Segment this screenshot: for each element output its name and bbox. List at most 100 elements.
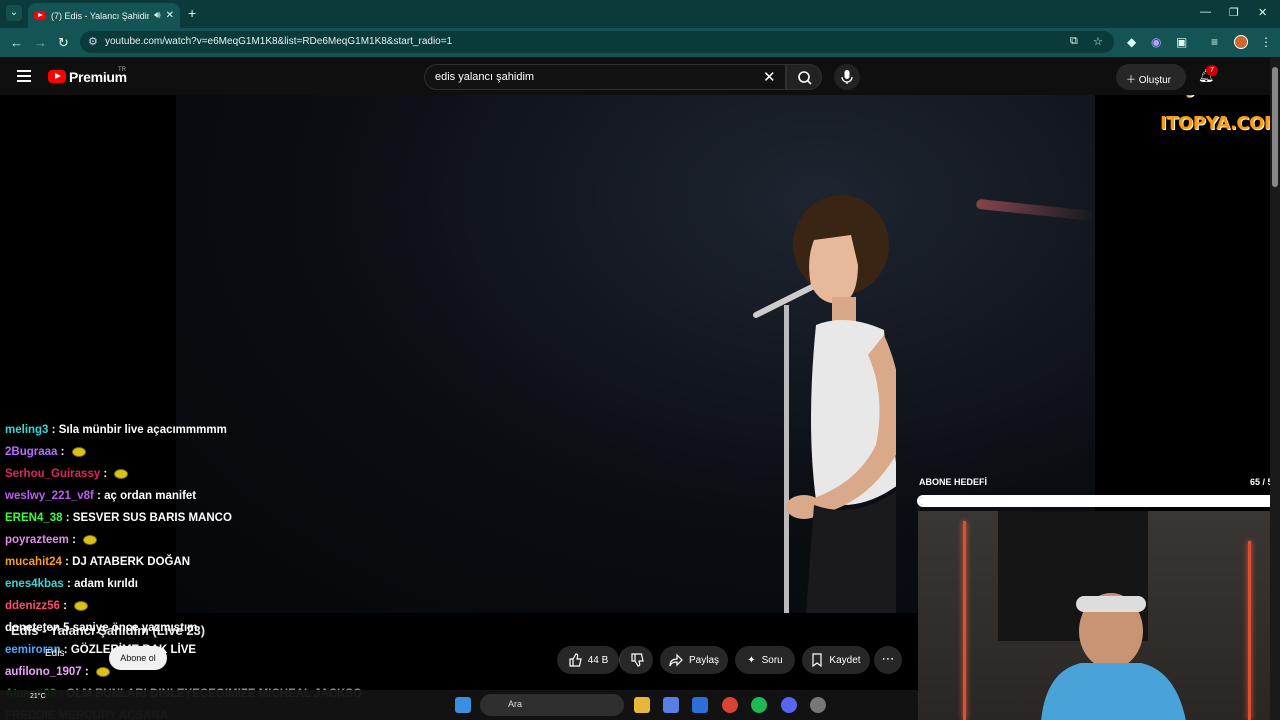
- youtube-favicon-icon: [34, 11, 46, 20]
- page-scrollbar[interactable]: [1270, 57, 1280, 720]
- url-text[interactable]: youtube.com/watch?v=e6MeqG1M1K8&list=RDe…: [105, 36, 452, 47]
- tab-search-icon[interactable]: ⌄: [6, 5, 22, 21]
- spotify-icon[interactable]: [751, 697, 767, 713]
- windows-start-icon[interactable]: [455, 697, 471, 713]
- video-title: Edis - Yalancı Şahidim (Live 23): [11, 623, 206, 638]
- chat-username: poyrazteem: [5, 534, 69, 546]
- chat-message: weslwy_221_v8f : aç ordan manifet: [5, 490, 197, 502]
- region-label: TR: [118, 67, 126, 73]
- search-icon: [798, 71, 812, 85]
- streamer-image: [1041, 593, 1186, 720]
- browser-tab-strip: ⌄ (7) Edis - Yalancı Şahidim (L 🔊︎ ✕ + —…: [0, 0, 1280, 28]
- like-button[interactable]: 44 B: [557, 646, 619, 674]
- emote-icon: [71, 446, 86, 457]
- share-button[interactable]: Paylaş: [660, 646, 728, 674]
- taskbar-search[interactable]: Ara: [480, 694, 624, 716]
- search-query[interactable]: edis yalancı şahidim: [435, 71, 534, 83]
- bookmark-icon: [812, 653, 823, 667]
- back-icon[interactable]: ←: [10, 35, 23, 50]
- emote-icon: [114, 468, 129, 479]
- media-control-icon[interactable]: ≡: [1211, 35, 1218, 49]
- chat-username: meling3: [5, 424, 49, 436]
- speaker-icon[interactable]: 🔊︎: [154, 10, 160, 21]
- profile-avatar[interactable]: [1234, 35, 1248, 49]
- voice-search-button[interactable]: [834, 64, 860, 90]
- clear-search-icon[interactable]: ✕: [763, 68, 776, 86]
- search-input[interactable]: edis yalancı şahidim ✕: [424, 64, 786, 90]
- restore-icon[interactable]: ❐: [1229, 6, 1239, 19]
- app-icon[interactable]: [810, 697, 826, 713]
- streamer-webcam: [918, 511, 1280, 720]
- minimize-icon[interactable]: —: [1200, 6, 1211, 18]
- ask-button[interactable]: ✦ Soru: [735, 646, 795, 674]
- search-button[interactable]: [786, 64, 822, 90]
- youtube-logo-icon[interactable]: [48, 70, 66, 83]
- chat-text: SESVER SUS BARIS MANCO: [72, 512, 232, 524]
- chat-text: Sıla münbir live açacımmmmm: [58, 424, 227, 436]
- forward-icon[interactable]: →: [34, 35, 47, 50]
- menu-icon[interactable]: [17, 70, 31, 82]
- install-icon[interactable]: ⧉: [1070, 35, 1078, 48]
- file-explorer-icon[interactable]: [634, 697, 650, 713]
- create-label: Oluştur: [1138, 75, 1172, 86]
- thumbs-down-icon: [630, 653, 644, 667]
- plus-icon: ＋: [1126, 75, 1139, 86]
- subscribe-button[interactable]: Abone ol: [109, 646, 167, 670]
- oyunfor-logo: oyunfo: [1166, 95, 1267, 98]
- url-bar[interactable]: ⚙ youtube.com/watch?v=e6MeqG1M1K8&list=R…: [80, 31, 1114, 53]
- chat-message: Serhou_Guirassy :: [5, 465, 425, 487]
- weather-widget[interactable]: 21°C: [30, 692, 46, 701]
- window-close-icon[interactable]: ✕: [1258, 6, 1267, 19]
- sparkle-icon: ✦: [747, 654, 756, 666]
- extensions-puzzle-icon[interactable]: ▣: [1176, 35, 1187, 49]
- extension-icon[interactable]: ◉: [1151, 35, 1161, 49]
- discord-icon[interactable]: [781, 697, 797, 713]
- create-button[interactable]: ＋ Oluştur: [1116, 64, 1186, 90]
- chat-username: EREN4_38: [5, 512, 63, 524]
- emote-icon: [83, 534, 98, 545]
- chat-username: enes4kbas: [5, 578, 64, 590]
- subscriber-goal-label: ABONE HEDEFİ: [919, 477, 988, 487]
- channel-name[interactable]: Edis: [45, 648, 64, 659]
- chat-text: DJ ATABERK DOĞAN: [72, 556, 191, 568]
- site-info-icon[interactable]: ⚙: [88, 35, 98, 48]
- chat-username: mucahit24: [5, 556, 62, 568]
- neon-light: [1248, 541, 1251, 720]
- share-icon: [669, 653, 683, 667]
- goal-progress-fill: [919, 497, 1277, 505]
- mail-icon[interactable]: [692, 697, 708, 713]
- thumbs-up-icon: [569, 653, 582, 667]
- reload-icon[interactable]: ↻: [58, 35, 69, 51]
- chat-username: weslwy_221_v8f: [5, 490, 94, 502]
- save-label: Kaydet: [829, 654, 861, 666]
- singer-image: [753, 195, 896, 613]
- chat-message: poyrazteem :: [5, 531, 425, 553]
- chat-username: aufilono_1907: [5, 666, 82, 678]
- bookmark-star-icon[interactable]: ☆: [1093, 35, 1103, 48]
- chat-text: adam kırıldı: [74, 578, 138, 590]
- windows-taskbar: Ara: [0, 690, 918, 720]
- dislike-button[interactable]: [619, 646, 653, 674]
- browser-tab[interactable]: (7) Edis - Yalancı Şahidim (L 🔊︎ ✕: [28, 3, 180, 28]
- tab-close-icon[interactable]: ✕: [166, 10, 174, 21]
- chat-message: mucahit24 : DJ ATABERK DOĞAN: [5, 556, 191, 568]
- taskbar-search-text: Ara: [508, 699, 523, 709]
- browser-menu-icon[interactable]: ⋮: [1260, 35, 1272, 49]
- store-icon[interactable]: [663, 697, 679, 713]
- chat-username: ddenizz56: [5, 600, 60, 612]
- new-tab-icon[interactable]: +: [188, 5, 196, 21]
- chat-message: EREN4_38 : SESVER SUS BARIS MANCO: [5, 512, 232, 524]
- address-toolbar: ← → ↻ ⚙ youtube.com/watch?v=e6MeqG1M1K8&…: [0, 28, 1280, 57]
- chat-message: meling3 : Sıla münbir live açacımmmmm: [5, 424, 227, 436]
- microphone-icon: [841, 70, 853, 84]
- chat-message: ddenizz56 :: [5, 597, 425, 619]
- emote-icon: [74, 600, 89, 611]
- save-button[interactable]: Kaydet: [802, 646, 870, 674]
- more-actions-button[interactable]: ⋯: [874, 646, 902, 674]
- chat-text: aç ordan manifet: [104, 490, 197, 502]
- extension-icon[interactable]: ◆: [1127, 35, 1136, 49]
- chrome-icon[interactable]: [722, 697, 738, 713]
- scrollbar-thumb[interactable]: [1272, 67, 1278, 187]
- chat-message: eemiroran : GÖZLERİME BAK LİVE: [5, 644, 197, 656]
- chat-message: aufilono_1907 :: [5, 663, 425, 685]
